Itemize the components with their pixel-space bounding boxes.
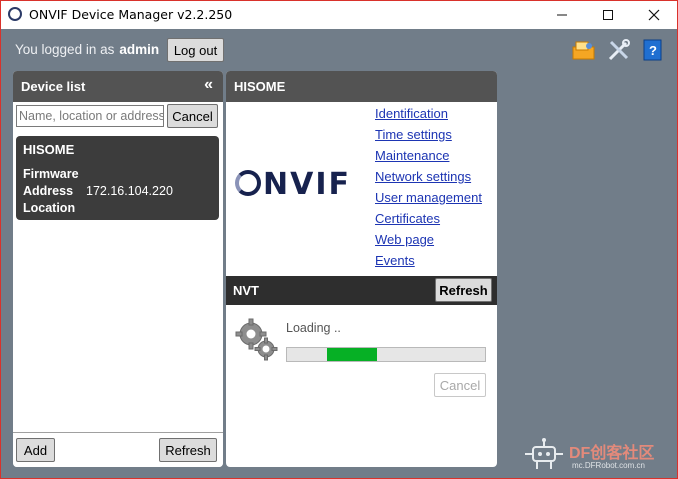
device-address-row: Address 172.16.104.220 bbox=[23, 183, 212, 200]
device-list-panel: Device list « Cancel HISOME Firmware Add… bbox=[13, 71, 223, 467]
device-detail-title: HISOME bbox=[234, 79, 286, 94]
onvif-logo-o-icon bbox=[235, 170, 261, 196]
link-web-page[interactable]: Web page bbox=[375, 231, 482, 252]
link-network-settings[interactable]: Network settings bbox=[375, 168, 482, 189]
device-links: Identification Time settings Maintenance… bbox=[375, 105, 482, 273]
device-firmware-row: Firmware bbox=[23, 166, 212, 183]
loading-status: Loading .. bbox=[286, 321, 341, 335]
login-status: You logged in as admin bbox=[15, 42, 159, 57]
device-list-item[interactable]: HISOME Firmware Address 172.16.104.220 L… bbox=[16, 136, 219, 220]
link-user-management[interactable]: User management bbox=[375, 189, 482, 210]
watermark-url: mc.DFRobot.com.cn bbox=[572, 461, 645, 470]
window-title: ONVIF Device Manager v2.2.250 bbox=[29, 7, 233, 22]
cancel-loading-button: Cancel bbox=[434, 373, 486, 397]
device-search-input[interactable] bbox=[16, 105, 164, 127]
refresh-nvt-button[interactable]: Refresh bbox=[435, 278, 492, 302]
link-events[interactable]: Events bbox=[375, 252, 482, 273]
app-window: ONVIF Device Manager v2.2.250 You logged… bbox=[0, 0, 678, 479]
progress-fill bbox=[327, 348, 377, 361]
debug-icon[interactable] bbox=[572, 38, 596, 62]
device-detail-panel: HISOME NVIF Identification Time settings… bbox=[226, 71, 497, 467]
cancel-search-button[interactable]: Cancel bbox=[167, 104, 218, 128]
logged-in-label: You logged in as bbox=[15, 42, 115, 57]
link-certificates[interactable]: Certificates bbox=[375, 210, 482, 231]
location-label: Location bbox=[23, 201, 76, 215]
close-icon[interactable] bbox=[631, 1, 677, 29]
device-list-footer: Add Refresh bbox=[13, 432, 223, 467]
link-identification[interactable]: Identification bbox=[375, 105, 482, 126]
refresh-devices-button[interactable]: Refresh bbox=[159, 438, 217, 462]
tools-icon[interactable] bbox=[607, 38, 631, 62]
loading-progress-bar bbox=[286, 347, 486, 362]
nvt-title: NVT bbox=[233, 283, 259, 298]
device-list-header: Device list « bbox=[13, 71, 223, 102]
onvif-logo: NVIF bbox=[235, 167, 351, 202]
onvif-app-icon bbox=[8, 7, 22, 21]
link-maintenance[interactable]: Maintenance bbox=[375, 147, 482, 168]
watermark-brand: DF创客社区 bbox=[569, 445, 655, 462]
address-label: Address bbox=[23, 184, 74, 198]
username: admin bbox=[119, 42, 160, 57]
help-book-icon[interactable]: ? bbox=[641, 38, 665, 62]
dfrobot-watermark: DF创客社区 mc.DFRobot.com.cn bbox=[523, 437, 673, 477]
maximize-icon[interactable] bbox=[585, 1, 631, 29]
logout-button[interactable]: Log out bbox=[167, 38, 224, 62]
address-value: 172.16.104.220 bbox=[86, 184, 173, 198]
nvt-header: NVT Refresh bbox=[226, 276, 497, 305]
device-name: HISOME bbox=[23, 142, 75, 157]
minimize-icon[interactable] bbox=[539, 1, 585, 29]
device-list-title: Device list bbox=[21, 79, 86, 94]
device-location-row: Location bbox=[23, 200, 212, 217]
firmware-label: Firmware bbox=[23, 167, 79, 181]
svg-text:?: ? bbox=[649, 43, 657, 58]
add-device-button[interactable]: Add bbox=[16, 438, 55, 462]
robot-logo-icon bbox=[525, 438, 563, 469]
gears-icon bbox=[235, 318, 279, 365]
device-detail-header: HISOME bbox=[226, 71, 497, 102]
title-bar: ONVIF Device Manager v2.2.250 bbox=[1, 1, 677, 29]
onvif-logo-text: NVIF bbox=[263, 167, 351, 202]
collapse-chevron-icon[interactable]: « bbox=[204, 76, 213, 94]
link-time-settings[interactable]: Time settings bbox=[375, 126, 482, 147]
